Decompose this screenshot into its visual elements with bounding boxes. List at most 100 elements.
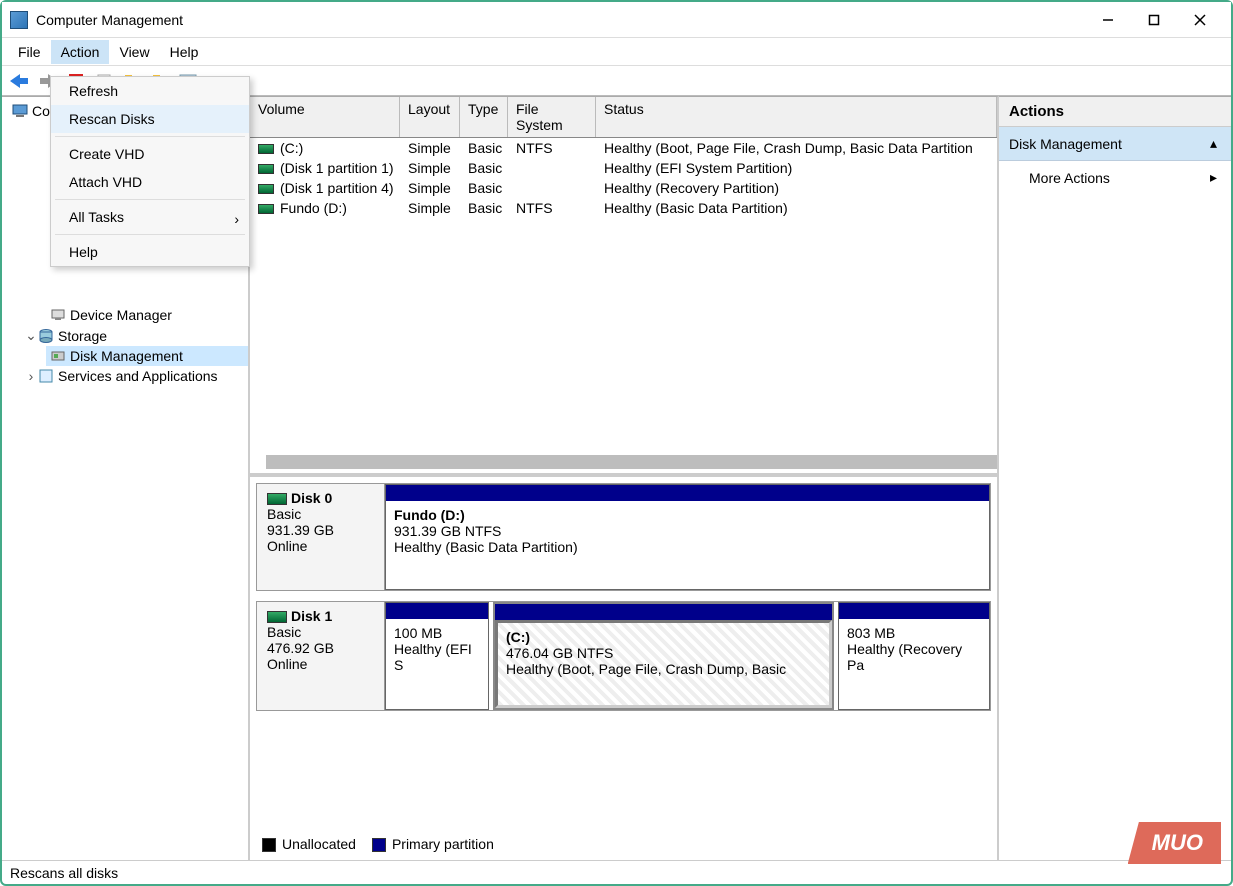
tree-disk-management-label: Disk Management <box>70 348 183 364</box>
vol-name: (Disk 1 partition 4) <box>280 180 394 196</box>
legend-swatch-primary <box>372 838 386 852</box>
storage-icon <box>38 328 54 344</box>
vol-status: Healthy (EFI System Partition) <box>596 158 997 178</box>
actions-more[interactable]: More Actions ▸ <box>999 161 1231 194</box>
tree-device-manager[interactable]: Device Manager <box>46 305 248 325</box>
partition-status: Healthy (Recovery Pa <box>847 641 981 673</box>
legend-unallocated: Unallocated <box>282 836 356 852</box>
volume-icon <box>258 164 274 174</box>
actions-header: Actions <box>999 97 1231 127</box>
collapse-icon[interactable]: ⌄ <box>24 327 38 344</box>
tree-services-apps[interactable]: › Services and Applications <box>20 366 248 386</box>
partition-selected[interactable]: (C:) 476.04 GB NTFS Healthy (Boot, Page … <box>493 602 834 710</box>
disk-state: Online <box>267 656 374 672</box>
menu-action[interactable]: Action <box>51 40 110 64</box>
tree-disk-management[interactable]: Disk Management <box>46 346 248 366</box>
partition-status: Healthy (Basic Data Partition) <box>394 539 981 555</box>
col-type[interactable]: Type <box>460 97 508 137</box>
volume-icon <box>258 144 274 154</box>
legend: Unallocated Primary partition <box>258 832 498 856</box>
partition-header-bar <box>386 603 488 619</box>
close-button[interactable] <box>1177 5 1223 35</box>
actions-disk-management[interactable]: Disk Management ▴ <box>999 127 1231 161</box>
vol-name: (C:) <box>280 140 303 156</box>
maximize-button[interactable] <box>1131 5 1177 35</box>
disk-info[interactable]: Disk 0 Basic 931.39 GB Online <box>257 484 385 590</box>
volume-header-row: Volume Layout Type File System Status <box>250 97 997 138</box>
ctx-all-tasks[interactable]: All Tasks› <box>51 203 249 231</box>
vol-fs <box>508 186 596 190</box>
partition[interactable]: Fundo (D:) 931.39 GB NTFS Healthy (Basic… <box>385 484 990 590</box>
vol-fs: NTFS <box>508 198 596 218</box>
menu-view[interactable]: View <box>109 40 159 64</box>
partition-header-bar <box>839 603 989 619</box>
partition[interactable]: 803 MB Healthy (Recovery Pa <box>838 602 990 710</box>
tree-device-manager-label: Device Manager <box>70 307 172 323</box>
partition-size: 100 MB <box>394 625 480 641</box>
legend-primary: Primary partition <box>392 836 494 852</box>
watermark: MUO <box>1128 822 1221 864</box>
minimize-button[interactable] <box>1085 5 1131 35</box>
col-volume[interactable]: Volume <box>250 97 400 137</box>
partition[interactable]: 100 MB Healthy (EFI S <box>385 602 489 710</box>
submenu-arrow-icon: › <box>234 211 239 227</box>
vol-type: Basic <box>460 138 508 158</box>
ctx-separator <box>55 136 245 137</box>
disk-type: Basic <box>267 506 374 522</box>
services-icon <box>38 368 54 384</box>
tree-storage[interactable]: ⌄ Storage <box>20 325 248 346</box>
table-row[interactable]: Fundo (D:) Simple Basic NTFS Healthy (Ba… <box>250 198 997 218</box>
title-bar: Computer Management <box>2 2 1231 38</box>
vol-layout: Simple <box>400 178 460 198</box>
menu-bar: File Action View Help <box>2 38 1231 66</box>
col-fs[interactable]: File System <box>508 97 596 137</box>
disk-icon <box>267 611 287 623</box>
table-row[interactable]: (Disk 1 partition 1) Simple Basic Health… <box>250 158 997 178</box>
partition-status: Healthy (EFI S <box>394 641 480 673</box>
vol-type: Basic <box>460 198 508 218</box>
horizontal-scrollbar[interactable] <box>266 455 997 469</box>
tree-root-label: Co <box>32 103 50 119</box>
ctx-help[interactable]: Help <box>51 238 249 266</box>
table-row[interactable]: (Disk 1 partition 4) Simple Basic Health… <box>250 178 997 198</box>
partition-header-bar <box>386 485 989 501</box>
partition-size: 476.04 GB NTFS <box>506 645 821 661</box>
col-status[interactable]: Status <box>596 97 997 137</box>
action-context-menu: Refresh Rescan Disks Create VHD Attach V… <box>50 76 250 267</box>
ctx-create-vhd[interactable]: Create VHD <box>51 140 249 168</box>
vol-fs <box>508 166 596 170</box>
vol-status: Healthy (Basic Data Partition) <box>596 198 997 218</box>
collapse-up-icon: ▴ <box>1210 135 1217 152</box>
submenu-arrow-icon: ▸ <box>1210 169 1217 186</box>
status-bar: Rescans all disks <box>2 860 1231 884</box>
disk-label: Disk 1 <box>291 608 332 624</box>
partition-title: (C:) <box>506 629 821 645</box>
col-layout[interactable]: Layout <box>400 97 460 137</box>
menu-file[interactable]: File <box>8 40 51 64</box>
disk-info[interactable]: Disk 1 Basic 476.92 GB Online <box>257 602 385 710</box>
disk-graphic-view: Disk 0 Basic 931.39 GB Online Fundo (D:)… <box>250 477 997 860</box>
back-button[interactable] <box>8 69 32 93</box>
ctx-refresh[interactable]: Refresh <box>51 77 249 105</box>
partition-size: 803 MB <box>847 625 981 641</box>
vol-layout: Simple <box>400 198 460 218</box>
vol-status: Healthy (Boot, Page File, Crash Dump, Ba… <box>596 138 997 158</box>
volume-icon <box>258 184 274 194</box>
ctx-attach-vhd[interactable]: Attach VHD <box>51 168 249 196</box>
expand-icon[interactable]: › <box>24 368 38 384</box>
table-row[interactable]: (C:) Simple Basic NTFS Healthy (Boot, Pa… <box>250 138 997 158</box>
partition-size: 931.39 GB NTFS <box>394 523 981 539</box>
disk-label: Disk 0 <box>291 490 332 506</box>
partition-header-bar <box>495 604 832 620</box>
vol-layout: Simple <box>400 138 460 158</box>
device-icon <box>50 307 66 323</box>
status-text: Rescans all disks <box>10 865 118 881</box>
volume-rows: (C:) Simple Basic NTFS Healthy (Boot, Pa… <box>250 138 997 218</box>
menu-help[interactable]: Help <box>160 40 209 64</box>
vol-layout: Simple <box>400 158 460 178</box>
tree-storage-label: Storage <box>58 328 107 344</box>
vol-fs: NTFS <box>508 138 596 158</box>
ctx-rescan-disks[interactable]: Rescan Disks <box>51 105 249 133</box>
disk-size: 476.92 GB <box>267 640 374 656</box>
partition-status: Healthy (Boot, Page File, Crash Dump, Ba… <box>506 661 821 677</box>
